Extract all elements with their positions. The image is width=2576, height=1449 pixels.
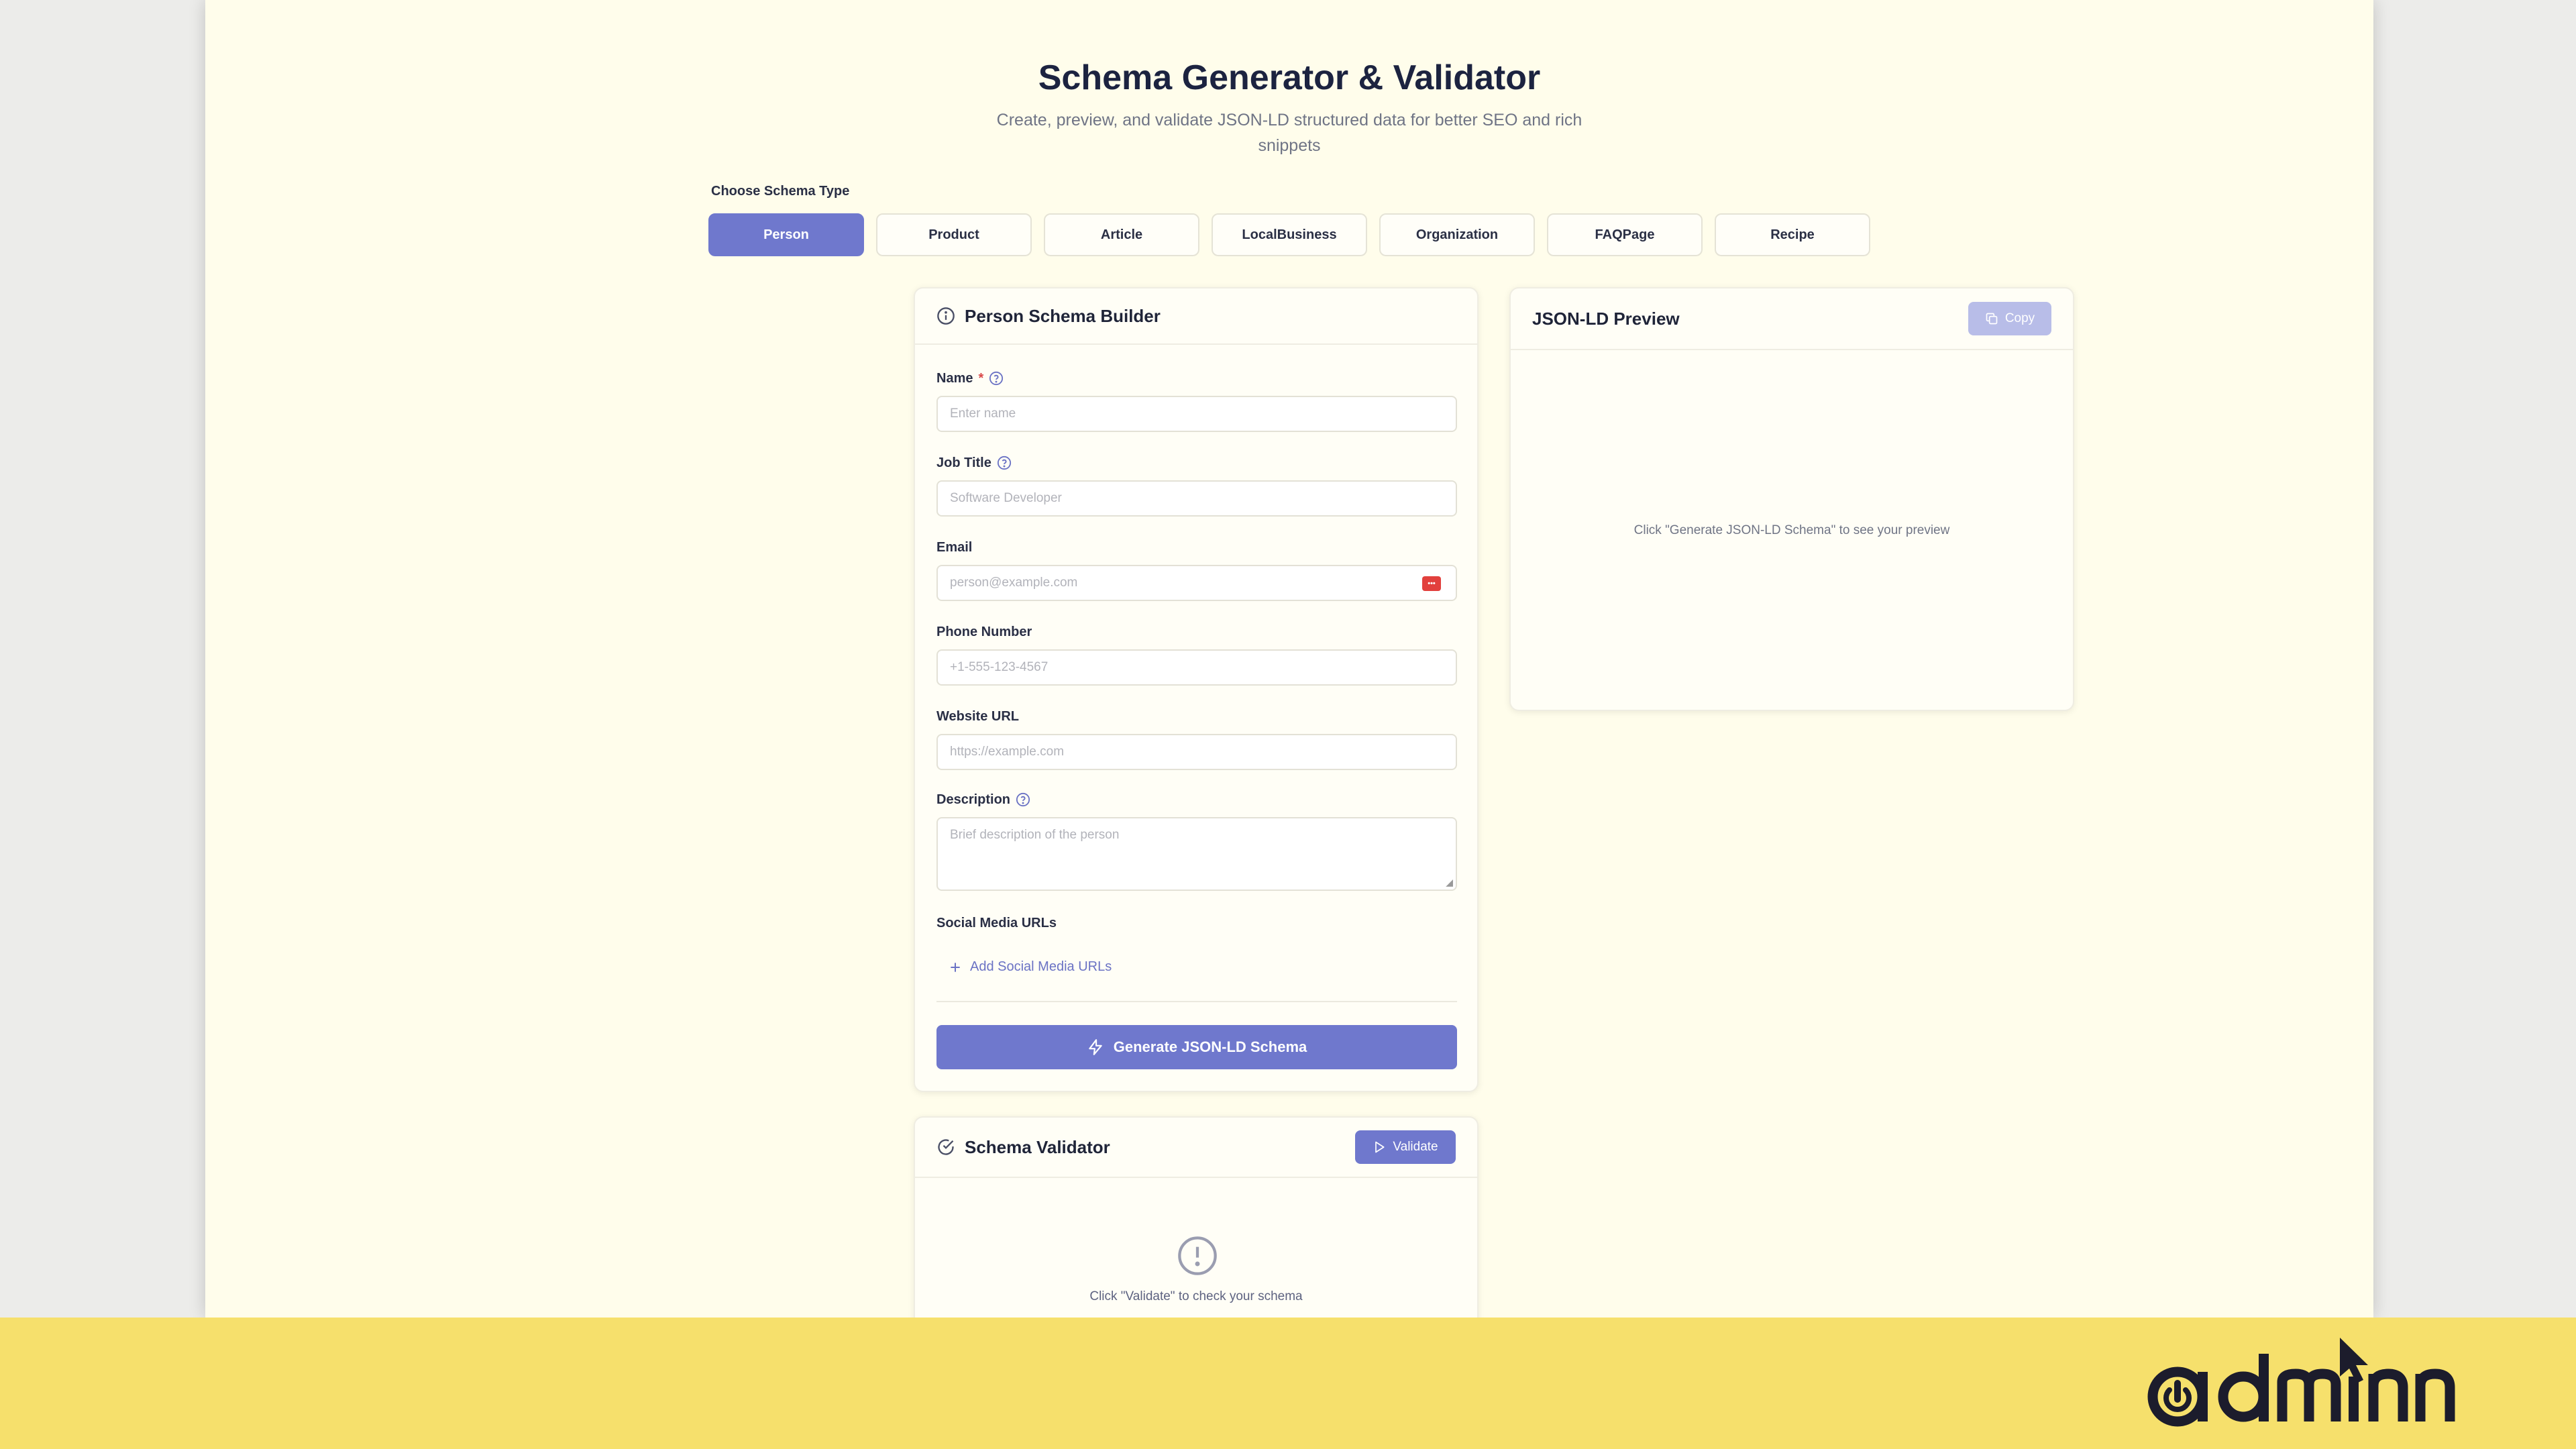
phone-label-row: Phone Number [936, 623, 1457, 641]
description-textarea[interactable]: Brief description of the person ◢ [936, 817, 1457, 891]
schema-type-recipe-button[interactable]: Recipe [1715, 213, 1870, 256]
job-title-input[interactable]: Software Developer [936, 480, 1457, 517]
schema-validator-title: Schema Validator [965, 1136, 1110, 1157]
copy-button[interactable]: Copy [1968, 302, 2051, 335]
description-field-group: Description Brief description of the per… [936, 790, 1457, 891]
schema-type-article-button[interactable]: Article [1044, 213, 1199, 256]
website-label-row: Website URL [936, 707, 1457, 726]
password-manager-icon[interactable]: ••• [1422, 576, 1441, 591]
schema-builder-card: Person Schema Builder Name * Enter name … [914, 287, 1479, 1092]
name-field-group: Name * Enter name [936, 369, 1457, 432]
info-circle-icon [937, 307, 955, 325]
schema-validator-header: Schema Validator Validate [915, 1118, 1477, 1178]
check-circle-icon [938, 1139, 954, 1155]
validator-empty-hint: Click "Validate" to check your schema [1089, 1289, 1303, 1303]
generate-schema-label: Generate JSON-LD Schema [1113, 1038, 1307, 1055]
phone-input[interactable]: +1-555-123-4567 [936, 649, 1457, 686]
json-ld-preview-header: JSON-LD Preview Copy [1511, 288, 2073, 350]
website-label: Website URL [936, 708, 1019, 724]
name-label-row: Name * [936, 369, 1457, 388]
schema-type-person-button[interactable]: Person [708, 213, 864, 256]
app-page: Schema Generator & Validator Create, pre… [205, 0, 2373, 1344]
question-circle-icon[interactable] [989, 371, 1004, 386]
email-field[interactable]: person@example.com ••• [936, 565, 1457, 601]
question-circle-icon[interactable] [1016, 792, 1030, 807]
email-label-row: Email [936, 538, 1457, 557]
email-placeholder: person@example.com [950, 576, 1078, 590]
social-media-label-row: Social Media URLs [936, 914, 1457, 932]
add-social-media-button[interactable]: Add Social Media URLs [949, 959, 1112, 975]
schema-builder-title: Person Schema Builder [965, 305, 1161, 326]
email-field-group: Email person@example.com ••• [936, 538, 1457, 601]
schema-type-selector: Person Product Article LocalBusiness Org… [708, 213, 1870, 256]
copy-label: Copy [2004, 311, 2035, 325]
job-title-label-row: Job Title [936, 453, 1457, 472]
plus-icon [951, 962, 960, 972]
admin-logo [2147, 1338, 2455, 1427]
social-media-field-group: Social Media URLs [936, 914, 1457, 932]
email-label: Email [936, 539, 973, 555]
generate-schema-button[interactable]: Generate JSON-LD Schema [936, 1025, 1457, 1069]
description-label-row: Description [936, 790, 1457, 809]
add-social-media-label: Add Social Media URLs [970, 959, 1112, 974]
page-subtitle: Create, preview, and validate JSON-LD st… [996, 111, 1582, 155]
question-circle-icon[interactable] [997, 455, 1012, 470]
validate-button[interactable]: Validate [1355, 1130, 1456, 1164]
divider [936, 1001, 1457, 1002]
website-input[interactable]: https://example.com [936, 734, 1457, 770]
json-ld-preview-title: JSON-LD Preview [1532, 308, 1680, 329]
validate-label: Validate [1393, 1140, 1438, 1154]
name-label: Name [936, 370, 973, 386]
page-title: Schema Generator & Validator [1038, 58, 1541, 97]
description-placeholder: Brief description of the person [950, 828, 1120, 842]
required-marker: * [978, 370, 984, 386]
schema-type-faqpage-button[interactable]: FAQPage [1547, 213, 1703, 256]
social-media-label: Social Media URLs [936, 915, 1057, 930]
job-title-label: Job Title [936, 455, 991, 470]
schema-type-label: Choose Schema Type [711, 184, 850, 199]
json-ld-preview-card: JSON-LD Preview Copy Click "Generate JSO… [1509, 287, 2074, 711]
resize-handle-icon[interactable]: ◢ [1446, 877, 1453, 887]
preview-empty-hint: Click "Generate JSON-LD Schema" to see y… [1633, 523, 1950, 537]
schema-type-organization-button[interactable]: Organization [1379, 213, 1535, 256]
schema-type-product-button[interactable]: Product [876, 213, 1032, 256]
exclamation-circle-icon [1178, 1236, 1217, 1275]
name-input[interactable]: Enter name [936, 396, 1457, 432]
copy-icon [1986, 313, 1998, 325]
phone-label: Phone Number [936, 624, 1032, 639]
play-icon [1375, 1141, 1385, 1153]
schema-type-localbusiness-button[interactable]: LocalBusiness [1212, 213, 1367, 256]
schema-builder-header: Person Schema Builder [915, 288, 1477, 345]
schema-validator-card: Schema Validator Validate Click "Validat… [914, 1116, 1479, 1344]
phone-field-group: Phone Number +1-555-123-4567 [936, 623, 1457, 686]
website-field-group: Website URL https://example.com [936, 707, 1457, 770]
page-header: Schema Generator & Validator Create, pre… [205, 54, 2373, 158]
description-label: Description [936, 792, 1011, 807]
job-title-field-group: Job Title Software Developer [936, 453, 1457, 517]
lightning-icon [1088, 1039, 1102, 1055]
